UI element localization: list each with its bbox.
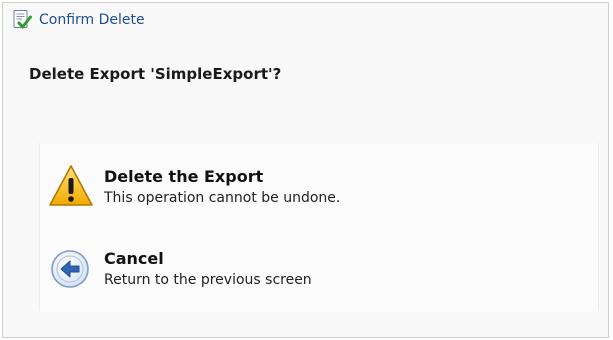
options-panel: Delete the Export This operation cannot … bbox=[39, 143, 599, 311]
title-bar: Confirm Delete bbox=[11, 9, 145, 31]
confirm-delete-dialog: Confirm Delete Delete Export 'SimpleExpo… bbox=[2, 2, 609, 338]
back-arrow-icon bbox=[48, 247, 94, 293]
cancel-option[interactable]: Cancel Return to the previous screen bbox=[46, 241, 586, 301]
delete-question: Delete Export 'SimpleExport'? bbox=[29, 65, 282, 83]
warning-icon bbox=[48, 163, 94, 209]
dialog-title: Confirm Delete bbox=[39, 12, 145, 28]
document-check-icon bbox=[11, 9, 33, 31]
cancel-title: Cancel bbox=[104, 249, 164, 268]
cancel-description: Return to the previous screen bbox=[104, 272, 312, 288]
delete-export-description: This operation cannot be undone. bbox=[104, 190, 341, 206]
delete-export-option[interactable]: Delete the Export This operation cannot … bbox=[46, 157, 586, 217]
delete-export-title: Delete the Export bbox=[104, 167, 264, 186]
